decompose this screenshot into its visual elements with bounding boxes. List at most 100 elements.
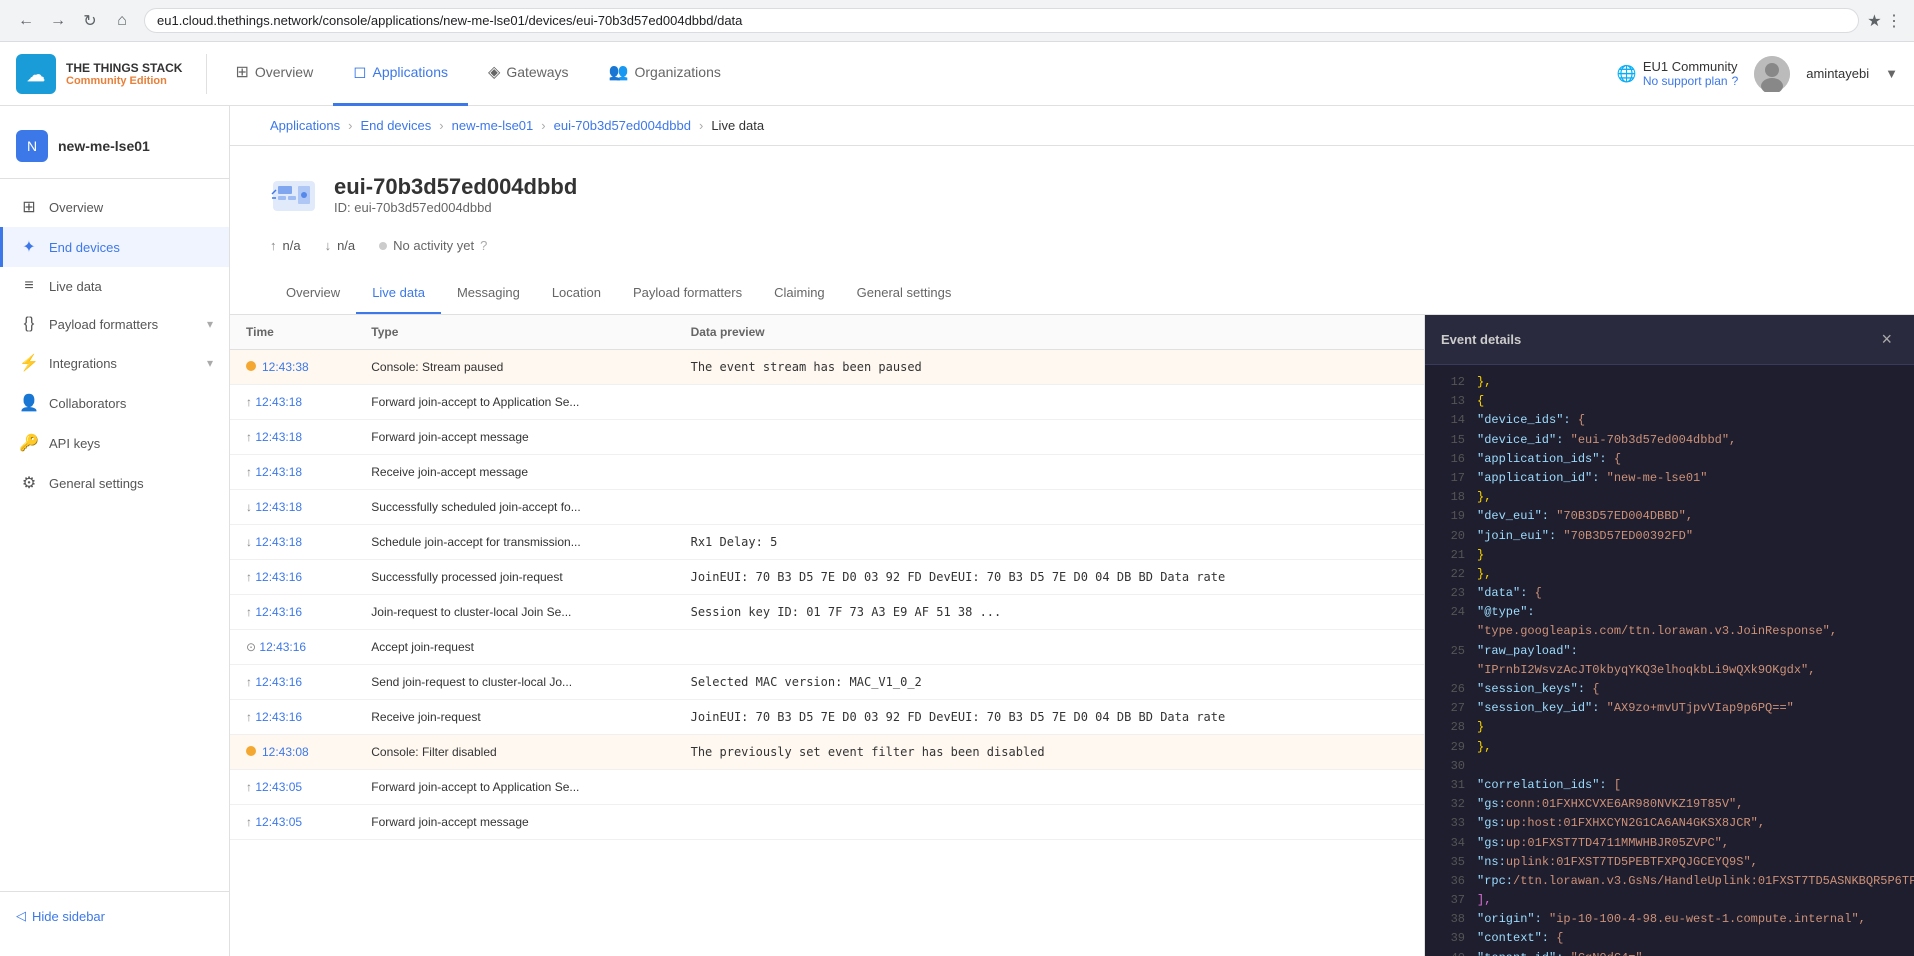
tab-claiming[interactable]: Claiming <box>758 273 841 314</box>
table-row[interactable]: ↑ 12:43:16Successfully processed join-re… <box>230 560 1424 595</box>
json-line-number: 30 <box>1441 757 1465 776</box>
table-row[interactable]: ↑ 12:43:16Send join-request to cluster-l… <box>230 665 1424 700</box>
activity-help-icon[interactable]: ? <box>480 238 487 253</box>
reload-button[interactable]: ↻ <box>76 7 104 35</box>
breadcrumb-app-name[interactable]: new-me-lse01 <box>452 118 534 133</box>
row-type: Receive join-request <box>355 700 674 735</box>
table-row[interactable]: ↓ 12:43:18Schedule join-accept for trans… <box>230 525 1424 560</box>
table-row[interactable]: ⊙ 12:43:16Accept join-request <box>230 630 1424 665</box>
row-time-value: 12:43:16 <box>255 605 302 619</box>
forward-button[interactable]: → <box>44 7 72 35</box>
row-data-preview: Selected MAC version: MAC_V1_0_2 <box>675 665 1424 700</box>
row-type: Send join-request to cluster-local Jo... <box>355 665 674 700</box>
json-line: 35 "ns:uplink:01FXST7TD5PEBTFXPQJGCEYQ9S… <box>1441 853 1898 872</box>
user-dropdown-icon[interactable]: ▼ <box>1885 66 1898 81</box>
address-bar[interactable]: eu1.cloud.thethings.network/console/appl… <box>144 8 1859 33</box>
row-data-preview <box>675 455 1424 490</box>
json-line-number: 33 <box>1441 814 1465 833</box>
home-button[interactable]: ⌂ <box>108 7 136 35</box>
json-line-number: 37 <box>1441 891 1465 910</box>
tab-messaging[interactable]: Messaging <box>441 273 536 314</box>
uplink-direction-icon: ↑ <box>246 710 255 724</box>
event-details-close-button[interactable]: × <box>1875 327 1898 352</box>
nav-item-overview[interactable]: ⊞ Overview <box>215 42 333 106</box>
table-row[interactable]: 12:43:38Console: Stream pausedThe event … <box>230 350 1424 385</box>
sidebar-item-api-keys[interactable]: 🔑 API keys <box>0 423 229 463</box>
json-line-content: "join_eui": "70B3D57ED00392FD" <box>1477 527 1693 546</box>
nav-item-applications[interactable]: ◻ Applications <box>333 42 468 106</box>
hide-sidebar-button[interactable]: ◁ Hide sidebar <box>16 908 213 924</box>
table-row[interactable]: ↑ 12:43:05Forward join-accept message <box>230 805 1424 840</box>
svg-text:☁: ☁ <box>27 64 45 84</box>
data-table: Time Type Data preview 12:43:38Console: … <box>230 315 1424 840</box>
row-time: ↑ 12:43:05 <box>230 770 355 805</box>
json-line-content: "session_key_id": "AX9zo+mvUTjpvVIap9p6P… <box>1477 699 1794 718</box>
sidebar-item-collaborators[interactable]: 👤 Collaborators <box>0 383 229 423</box>
row-time-value: 12:43:16 <box>255 570 302 584</box>
breadcrumb-device-id[interactable]: eui-70b3d57ed004dbbd <box>554 118 691 133</box>
downlink-value: n/a <box>337 238 355 253</box>
sidebar-settings-label: General settings <box>49 476 213 491</box>
table-row[interactable]: ↑ 12:43:05Forward join-accept to Applica… <box>230 770 1424 805</box>
user-avatar[interactable] <box>1754 56 1790 92</box>
hide-sidebar-label: Hide sidebar <box>32 909 105 924</box>
table-row[interactable]: ↑ 12:43:18Forward join-accept to Applica… <box>230 385 1424 420</box>
json-viewer: 12},13{14 "device_ids": {15 "device_id":… <box>1425 365 1914 956</box>
downlink-arrow-icon: ↓ <box>325 238 332 253</box>
logo-area[interactable]: ☁ THE THINGS STACK Community Edition <box>16 54 207 94</box>
table-row[interactable]: 12:43:08Console: Filter disabledThe prev… <box>230 735 1424 770</box>
browser-actions: ★ ⋮ <box>1867 11 1902 31</box>
json-line-number: 14 <box>1441 411 1465 430</box>
nav-item-organizations[interactable]: 👥 Organizations <box>589 42 741 106</box>
device-tabs: Overview Live data Messaging Location Pa… <box>270 273 1874 314</box>
table-row[interactable]: ↓ 12:43:18Successfully scheduled join-ac… <box>230 490 1424 525</box>
sidebar-item-overview[interactable]: ⊞ Overview <box>0 187 229 227</box>
back-button[interactable]: ← <box>12 7 40 35</box>
link-icon: ⊙ <box>246 640 259 654</box>
tab-live-data[interactable]: Live data <box>356 273 441 314</box>
json-line-number: 13 <box>1441 392 1465 411</box>
row-type: Forward join-accept message <box>355 805 674 840</box>
row-data-preview <box>675 805 1424 840</box>
uplink-direction-icon: ↑ <box>246 605 255 619</box>
grid-icon: ⊞ <box>235 62 248 82</box>
live-data-icon: ≡ <box>19 277 39 295</box>
table-row[interactable]: ↑ 12:43:16Join-request to cluster-local … <box>230 595 1424 630</box>
device-name: eui-70b3d57ed004dbbd <box>334 174 577 200</box>
sidebar-item-integrations[interactable]: ⚡ Integrations ▾ <box>0 343 229 383</box>
sidebar-item-payload-formatters[interactable]: {} Payload formatters ▾ <box>0 305 229 343</box>
sidebar: N new-me-lse01 ⊞ Overview ✦ End devices … <box>0 106 230 956</box>
breadcrumb-applications[interactable]: Applications <box>270 118 340 133</box>
table-row[interactable]: ↑ 12:43:18Receive join-accept message <box>230 455 1424 490</box>
row-data-preview: JoinEUI: 70 B3 D5 7E D0 03 92 FD DevEUI:… <box>675 560 1424 595</box>
json-line-content: "rpc:/ttn.lorawan.v3.GsNs/HandleUplink:0… <box>1477 872 1914 891</box>
table-row[interactable]: ↑ 12:43:18Forward join-accept message <box>230 420 1424 455</box>
json-line: 31"correlation_ids": [ <box>1441 776 1898 795</box>
browser-nav-buttons: ← → ↻ ⌂ <box>12 7 136 35</box>
tab-general-settings[interactable]: General settings <box>841 273 968 314</box>
json-line-content: ], <box>1477 891 1491 910</box>
sidebar-item-end-devices[interactable]: ✦ End devices <box>0 227 229 267</box>
json-line-content: "@type": "type.googleapis.com/ttn.lorawa… <box>1477 603 1898 641</box>
username-label[interactable]: amintayebi <box>1806 66 1869 81</box>
support-link[interactable]: No support plan ? <box>1643 74 1738 88</box>
json-line: 29}, <box>1441 738 1898 757</box>
json-line-number: 12 <box>1441 373 1465 392</box>
tab-payload-formatters[interactable]: Payload formatters <box>617 273 758 314</box>
sidebar-item-general-settings[interactable]: ⚙ General settings <box>0 463 229 503</box>
json-line: 12}, <box>1441 373 1898 392</box>
breadcrumb-end-devices[interactable]: End devices <box>360 118 431 133</box>
globe-icon: 🌐 <box>1617 64 1637 84</box>
sidebar-app-header: N new-me-lse01 <box>0 122 229 179</box>
table-row[interactable]: ↑ 12:43:16Receive join-requestJoinEUI: 7… <box>230 700 1424 735</box>
sidebar-item-live-data[interactable]: ≡ Live data <box>0 267 229 305</box>
tab-location[interactable]: Location <box>536 273 617 314</box>
nav-item-gateways[interactable]: ◈ Gateways <box>468 42 589 106</box>
data-panel: Time Type Data preview 12:43:38Console: … <box>230 315 1914 956</box>
row-time: 12:43:08 <box>230 735 355 770</box>
tab-overview[interactable]: Overview <box>270 273 356 314</box>
row-time: ↓ 12:43:18 <box>230 490 355 525</box>
row-time-value: 12:43:05 <box>255 780 302 794</box>
row-type: Successfully scheduled join-accept fo... <box>355 490 674 525</box>
warning-dot-icon <box>246 746 256 756</box>
